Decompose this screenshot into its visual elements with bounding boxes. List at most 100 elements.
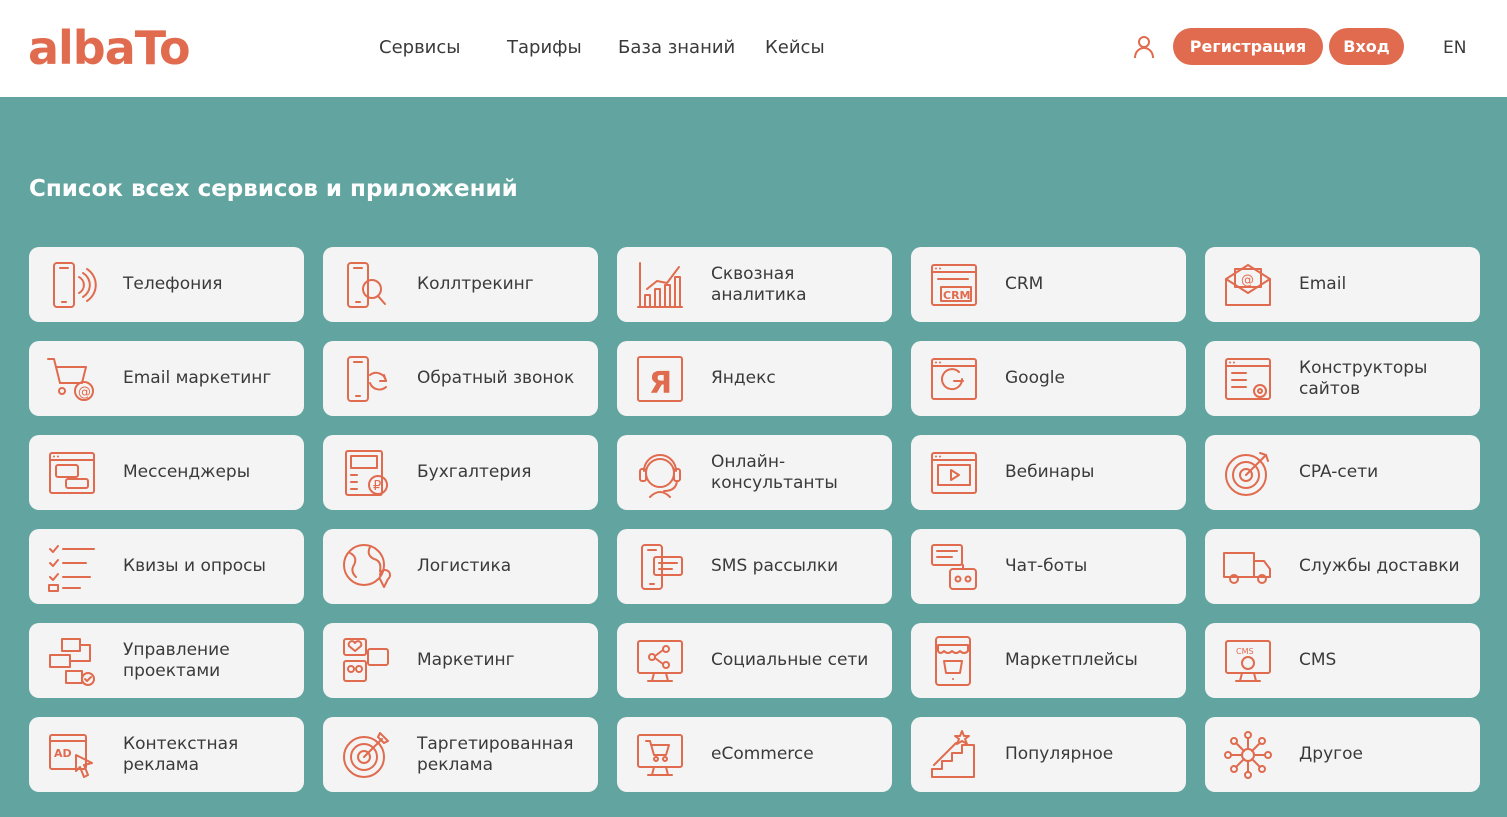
category-card[interactable]: Я Яндекс [617, 341, 892, 416]
category-card[interactable]: Конструкторы сайтов [1205, 341, 1480, 416]
category-card[interactable]: Маркетплейсы [911, 623, 1186, 698]
delivery-truck-icon [1222, 541, 1274, 593]
category-card[interactable]: Службы доставки [1205, 529, 1480, 604]
marketplace-phone-icon [928, 635, 980, 687]
phone-sms-icon [634, 541, 686, 593]
nav-cases[interactable]: Кейсы [765, 36, 825, 60]
category-label: Социальные сети [711, 650, 869, 670]
category-label: Email [1299, 274, 1347, 294]
category-label: CMS [1299, 650, 1337, 670]
network-nodes-icon [1222, 729, 1274, 781]
category-card[interactable]: Таргетированная реклама [323, 717, 598, 792]
checklist-icon [46, 541, 98, 593]
category-card[interactable]: Популярное [911, 717, 1186, 792]
category-label: Службы доставки [1299, 556, 1460, 576]
globe-pin-icon [340, 541, 392, 593]
social-likes-icon [340, 635, 392, 687]
category-card[interactable]: eCommerce [617, 717, 892, 792]
google-window-icon [928, 353, 980, 405]
category-card[interactable]: Мессенджеры [29, 435, 304, 510]
email-envelope-icon: @ [1222, 259, 1274, 311]
crm-window-icon: CRM [928, 259, 980, 311]
yandex-icon: Я [634, 353, 686, 405]
category-label: CRM [1005, 274, 1044, 294]
category-label: Коллтрекинг [417, 274, 534, 294]
svg-text:AD: AD [54, 747, 72, 760]
language-switch[interactable]: EN [1443, 36, 1466, 60]
category-label: SMS рассылки [711, 556, 839, 576]
category-card[interactable]: Обратный звонок [323, 341, 598, 416]
category-card[interactable]: Коллтрекинг [323, 247, 598, 322]
category-card[interactable]: CRM CRM [911, 247, 1186, 322]
svg-text:@: @ [1241, 273, 1254, 288]
category-label: Телефония [123, 274, 223, 294]
category-label: Управление проектами [123, 639, 230, 681]
category-card[interactable]: Google [911, 341, 1186, 416]
category-label: eCommerce [711, 744, 814, 764]
category-label: Мессенджеры [123, 462, 251, 482]
category-label: Маркетинг [417, 650, 515, 670]
phone-search-icon [340, 259, 392, 311]
target-dart-icon [340, 729, 392, 781]
page-title: Список всех сервисов и приложений [29, 176, 518, 202]
header: albaTo Сервисы Тарифы База знаний Кейсы … [0, 0, 1507, 97]
category-label: Вебинары [1005, 462, 1095, 482]
svg-text:₽: ₽ [373, 479, 381, 494]
albato-logo[interactable]: albaTo [28, 18, 191, 78]
category-label: Другое [1299, 744, 1363, 764]
cart-email-icon: @ [46, 353, 98, 405]
category-card[interactable]: Маркетинг [323, 623, 598, 698]
svg-text:@: @ [78, 385, 91, 400]
category-card[interactable]: Квизы и опросы [29, 529, 304, 604]
category-label: Таргетированная реклама [417, 733, 574, 775]
category-card[interactable]: Телефония [29, 247, 304, 322]
category-label: Email маркетинг [123, 368, 272, 388]
ad-cursor-icon: AD [46, 729, 98, 781]
category-label: Квизы и опросы [123, 556, 266, 576]
category-label: Онлайн-консультанты [711, 451, 838, 493]
category-card[interactable]: SMS рассылки [617, 529, 892, 604]
category-card[interactable]: Вебинары [911, 435, 1186, 510]
category-card[interactable]: CMS CMS [1205, 623, 1480, 698]
monitor-cart-icon [634, 729, 686, 781]
categories-grid: Телефония Коллтрекинг Сквозная аналитика CR… [29, 247, 1480, 792]
category-card[interactable]: Чат-боты [911, 529, 1186, 604]
category-label: Контекстная реклама [123, 733, 239, 775]
analytics-chart-icon [634, 259, 686, 311]
target-arrow-icon [1222, 447, 1274, 499]
category-label: Google [1005, 368, 1065, 388]
category-card[interactable]: ₽ Бухгалтерия [323, 435, 598, 510]
star-stairs-icon [928, 729, 980, 781]
login-button[interactable]: Вход [1329, 28, 1404, 65]
category-label: Бухгалтерия [417, 462, 532, 482]
headset-operator-icon [634, 447, 686, 499]
category-card[interactable]: CPA-сети [1205, 435, 1480, 510]
logo-text: albaTo [28, 21, 191, 75]
category-card[interactable]: Сквозная аналитика [617, 247, 892, 322]
nav-services[interactable]: Сервисы [379, 36, 460, 60]
category-card[interactable]: @ Email маркетинг [29, 341, 304, 416]
category-label: Популярное [1005, 744, 1114, 764]
video-window-icon [928, 447, 980, 499]
category-card[interactable]: Другое [1205, 717, 1480, 792]
calculator-ruble-icon: ₽ [340, 447, 392, 499]
category-label: Логистика [417, 556, 512, 576]
category-card[interactable]: Социальные сети [617, 623, 892, 698]
category-label: Маркетплейсы [1005, 650, 1138, 670]
messenger-window-icon [46, 447, 98, 499]
project-flow-icon [46, 635, 98, 687]
category-card[interactable]: Онлайн-консультанты [617, 435, 892, 510]
phone-ringing-icon [46, 259, 98, 311]
nav-knowledge-base[interactable]: База знаний [618, 36, 735, 60]
register-button[interactable]: Регистрация [1173, 28, 1323, 65]
category-label: Сквозная аналитика [711, 263, 807, 305]
category-label: CPA-сети [1299, 462, 1379, 482]
nav-pricing[interactable]: Тарифы [507, 36, 582, 60]
user-icon[interactable] [1132, 34, 1156, 60]
category-card[interactable]: AD Контекстная реклама [29, 717, 304, 792]
site-builder-icon [1222, 353, 1274, 405]
category-card[interactable]: @ Email [1205, 247, 1480, 322]
category-label: Конструкторы сайтов [1299, 357, 1428, 399]
category-card[interactable]: Логистика [323, 529, 598, 604]
category-card[interactable]: Управление проектами [29, 623, 304, 698]
